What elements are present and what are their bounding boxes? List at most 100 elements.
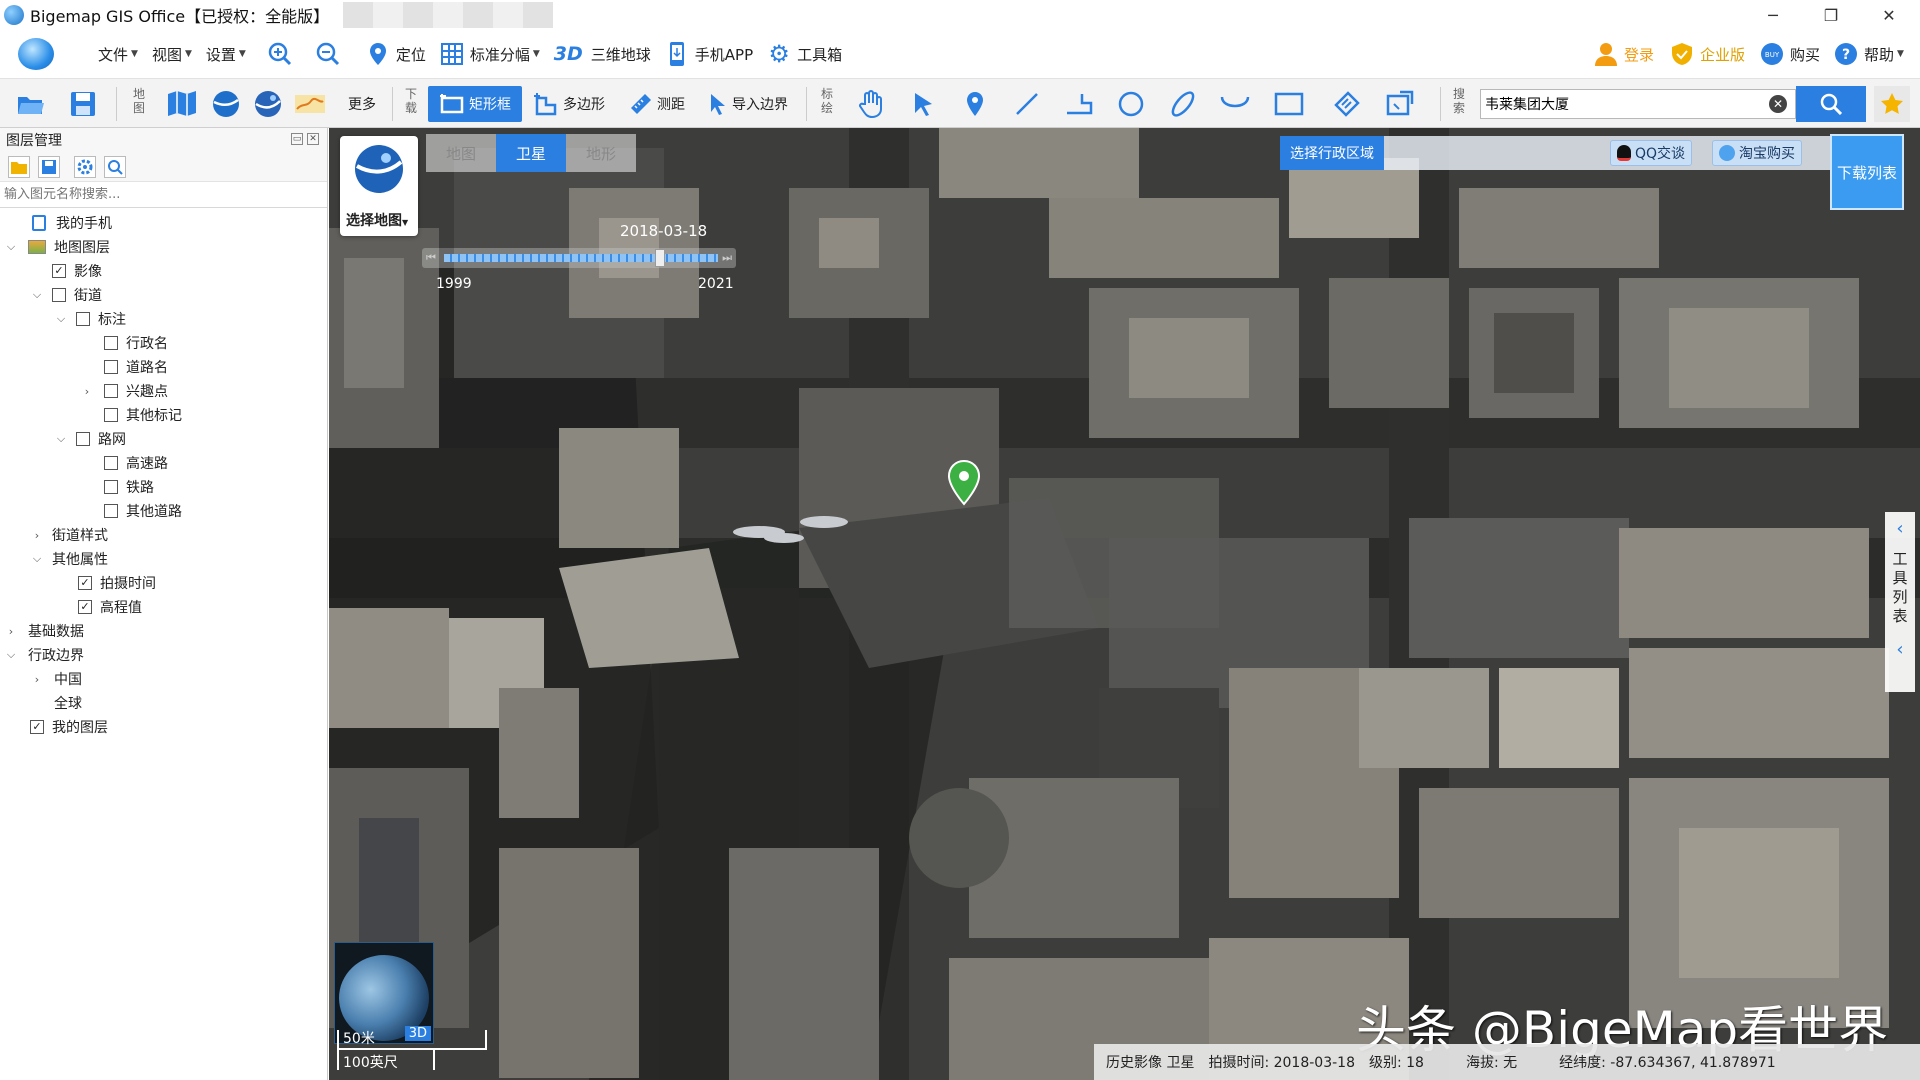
location-marker-icon[interactable]	[947, 460, 981, 506]
checkbox-streets[interactable]	[52, 288, 66, 302]
globe-3d-badge[interactable]: 3D	[404, 1026, 431, 1041]
tree-item-global[interactable]: 全球	[54, 691, 82, 715]
select-pointer-button[interactable]	[904, 86, 942, 122]
draw-line-button[interactable]	[1008, 86, 1046, 122]
import-boundary-button[interactable]: 导入边界	[702, 86, 794, 122]
tree-item-road-names[interactable]: 道路名	[104, 355, 168, 379]
chevron-down-icon[interactable]: ⌵	[4, 648, 18, 662]
checkbox-imagery[interactable]: ✓	[52, 264, 66, 278]
measure-button[interactable]: 测距	[622, 86, 692, 122]
map-layers-button[interactable]	[164, 86, 200, 122]
menu-settings[interactable]: 设置 ▼	[206, 30, 246, 78]
tree-item-poi[interactable]: › 兴趣点	[80, 379, 168, 403]
tree-item-china[interactable]: › 中国	[30, 667, 82, 691]
chevron-left-icon[interactable]: ‹	[1896, 639, 1903, 660]
help-button[interactable]: ? 帮助 ▼	[1834, 30, 1904, 78]
chevron-left-icon[interactable]: ‹	[1896, 518, 1903, 539]
maximize-button[interactable]: ❐	[1802, 0, 1860, 30]
checkbox-other-marks[interactable]	[104, 408, 118, 422]
pan-hand-button[interactable]	[852, 86, 890, 122]
chevron-down-icon[interactable]: ⌵	[54, 432, 68, 446]
add-marker-button[interactable]	[956, 86, 994, 122]
checkbox-road-network[interactable]	[76, 432, 90, 446]
tree-item-my-phone[interactable]: 我的手机	[24, 211, 112, 235]
chevron-down-icon[interactable]: ⌵	[30, 552, 44, 566]
save-button[interactable]	[66, 86, 100, 122]
menu-view[interactable]: 视图 ▼	[152, 30, 192, 78]
tree-item-capture-time[interactable]: ✓ 拍摄时间	[78, 571, 156, 595]
place-search-field[interactable]: ✕	[1480, 89, 1796, 119]
toolbox-button[interactable]: ⚙ 工具箱	[767, 30, 842, 78]
select-admin-area-button[interactable]: 选择行政区域	[1280, 136, 1384, 170]
timeline-track[interactable]: ⏮ ⏭	[422, 248, 736, 268]
timeline-prev-icon[interactable]: ⏮	[426, 251, 436, 265]
draw-ellipse-button[interactable]	[1164, 86, 1202, 122]
place-search-input[interactable]	[1485, 96, 1755, 112]
checkbox-admin-names[interactable]	[104, 336, 118, 350]
minimize-button[interactable]: ─	[1744, 0, 1802, 30]
tree-item-railway[interactable]: 铁路	[104, 475, 154, 499]
tab-terrain[interactable]: 地形	[566, 134, 636, 172]
tree-item-admin-boundary[interactable]: ⌵ 行政边界	[4, 643, 84, 667]
checkbox-elevation[interactable]: ✓	[78, 600, 92, 614]
tree-item-map-layers[interactable]: ⌵ 地图图层	[4, 235, 110, 259]
chevron-right-icon[interactable]: ›	[4, 625, 18, 638]
chevron-down-icon[interactable]: ⌵	[30, 288, 44, 302]
save-layer-button[interactable]	[38, 155, 60, 178]
layer-settings-button[interactable]	[74, 155, 96, 178]
draw-rectangle-button[interactable]	[1270, 86, 1308, 122]
download-list-button[interactable]: 下载列表	[1830, 134, 1904, 210]
tab-satellite[interactable]: 卫星	[496, 134, 566, 172]
clear-icon[interactable]: ✕	[1769, 95, 1787, 113]
zoom-out-button[interactable]	[316, 30, 346, 78]
timeline-slider-handle[interactable]	[654, 249, 665, 267]
tree-item-base-data[interactable]: › 基础数据	[4, 619, 84, 643]
panel-float-button[interactable]: ▭	[291, 133, 303, 145]
app-menu-logo-icon[interactable]	[18, 38, 54, 70]
draw-circle-button[interactable]	[1112, 86, 1150, 122]
draw-polyline-button[interactable]	[1060, 86, 1098, 122]
open-file-button[interactable]	[14, 86, 48, 122]
globe-alt-button[interactable]	[250, 86, 286, 122]
timeline-next-icon[interactable]: ⏭	[722, 251, 732, 265]
menu-file[interactable]: 文件 ▼	[98, 30, 138, 78]
custom-map-button[interactable]	[292, 86, 328, 122]
standard-sheet-button[interactable]: 标准分幅 ▼	[440, 30, 540, 78]
tree-item-highway[interactable]: 高速路	[104, 451, 168, 475]
close-button[interactable]: ✕	[1860, 0, 1918, 30]
checkbox-other-roads[interactable]	[104, 504, 118, 518]
tree-item-admin-names[interactable]: 行政名	[104, 331, 168, 355]
checkbox-my-layers[interactable]: ✓	[30, 720, 44, 734]
locate-button[interactable]: 定位	[366, 30, 426, 78]
google-earth-button[interactable]	[208, 86, 244, 122]
annotation-button[interactable]	[1382, 86, 1420, 122]
login-button[interactable]: 登录	[1594, 30, 1654, 78]
tree-item-road-network[interactable]: ⌵ 路网	[54, 427, 126, 451]
favorite-button[interactable]	[1874, 86, 1910, 122]
tree-item-labels[interactable]: ⌵ 标注	[54, 307, 126, 331]
zoom-in-button[interactable]	[268, 30, 298, 78]
element-search-field[interactable]	[0, 182, 327, 208]
checkbox-highway[interactable]	[104, 456, 118, 470]
tree-item-my-layers[interactable]: ✓ 我的图层	[30, 715, 108, 739]
taobao-buy-button[interactable]: 淘宝购买	[1712, 140, 1802, 166]
chevron-right-icon[interactable]: ›	[30, 673, 44, 686]
layer-search-button[interactable]	[104, 155, 126, 178]
enterprise-button[interactable]: 企业版	[1670, 30, 1745, 78]
select-map-button[interactable]: 选择地图▼	[340, 136, 418, 236]
globe3d-button[interactable]: 3D 三维地球	[554, 30, 651, 78]
panel-close-button[interactable]: ✕	[307, 133, 319, 145]
tool-list-sidebar[interactable]: ‹ 工具列表 ‹	[1885, 512, 1915, 692]
satellite-map[interactable]	[329, 128, 1920, 1080]
draw-curve-button[interactable]	[1216, 86, 1254, 122]
polygon-button[interactable]: 多边形	[528, 86, 610, 122]
tree-item-streets[interactable]: ⌵ 街道	[30, 283, 102, 307]
label-tag-button[interactable]	[1328, 86, 1366, 122]
checkbox-road-names[interactable]	[104, 360, 118, 374]
chevron-right-icon[interactable]: ›	[30, 529, 44, 542]
tree-item-imagery[interactable]: ✓ 影像	[52, 259, 102, 283]
checkbox-capture-time[interactable]: ✓	[78, 576, 92, 590]
chevron-down-icon[interactable]: ⌵	[4, 240, 18, 254]
open-layer-button[interactable]	[8, 155, 30, 178]
tree-item-other-roads[interactable]: 其他道路	[104, 499, 182, 523]
